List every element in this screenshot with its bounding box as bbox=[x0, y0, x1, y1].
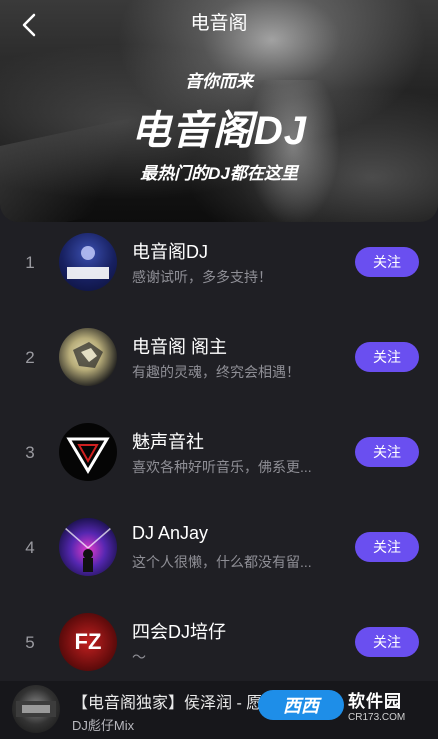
banner-slogan-top: 音你而来 bbox=[185, 72, 253, 91]
avatar-logo-text: FZ bbox=[75, 629, 102, 654]
rank-number: 3 bbox=[25, 443, 35, 462]
list-item[interactable]: 4 DJ AnJay 这个人很懒，什么都没有留... 关注 bbox=[0, 510, 438, 605]
dj-name: 电音阁 阁主 bbox=[132, 337, 228, 357]
dj-name: DJ AnJay bbox=[132, 523, 209, 543]
avatar-logo-icon bbox=[67, 246, 109, 279]
follow-button[interactable]: 关注 bbox=[355, 342, 419, 372]
watermark-url: CR173.COM bbox=[348, 712, 406, 723]
page-title: 电音阁 bbox=[190, 13, 248, 34]
watermark-badge: 西西 bbox=[258, 690, 344, 720]
avatar-art-icon bbox=[73, 342, 103, 368]
avatar-fz-logo-icon: FZ bbox=[75, 629, 102, 654]
dj-description: 喜欢各种好听音乐，佛系更... bbox=[132, 459, 312, 475]
dj-description: 感谢试听，多多支持！ bbox=[132, 269, 272, 285]
dj-name: 魅声音社 bbox=[132, 432, 204, 452]
avatar[interactable] bbox=[59, 518, 117, 576]
site-watermark: 西西 软件园 CR173.COM bbox=[258, 686, 426, 724]
rank-number: 4 bbox=[25, 538, 35, 557]
dj-name: 电音阁DJ bbox=[132, 242, 208, 262]
list-item[interactable]: 1 电音阁DJ 感谢试听，多多支持！ 关注 bbox=[0, 225, 438, 320]
rank-number: 5 bbox=[25, 633, 35, 652]
dj-list: 1 电音阁DJ 感谢试听，多多支持！ 关注 2 电音阁 阁主 有趣的灵魂，终究会… bbox=[0, 225, 438, 700]
dj-name: 四会DJ培仔 bbox=[132, 622, 226, 642]
follow-button[interactable]: 关注 bbox=[355, 627, 419, 657]
follow-button[interactable]: 关注 bbox=[355, 437, 419, 467]
watermark-title: 软件园 bbox=[348, 692, 402, 711]
follow-button[interactable]: 关注 bbox=[355, 247, 419, 277]
track-artist: DJ彪仔Mix bbox=[72, 718, 135, 733]
watermark-text: 软件园 CR173.COM bbox=[348, 687, 405, 723]
rank-number: 2 bbox=[25, 348, 35, 367]
avatar[interactable] bbox=[59, 233, 117, 291]
list-item[interactable]: 2 电音阁 阁主 有趣的灵魂，终究会相遇！ 关注 bbox=[0, 320, 438, 415]
avatar-stage-icon bbox=[64, 527, 112, 572]
rank-number: 1 bbox=[25, 253, 35, 272]
avatar-triangle-logo-icon bbox=[66, 437, 110, 474]
dj-description: 这个人很懒，什么都没有留... bbox=[132, 554, 312, 570]
banner-slogan-main: 电音阁DJ bbox=[130, 109, 308, 153]
dj-description: 有趣的灵魂，终究会相遇！ bbox=[132, 364, 300, 380]
list-item[interactable]: 3 魅声音社 喜欢各种好听音乐，佛系更... 关注 bbox=[0, 415, 438, 510]
avatar[interactable] bbox=[59, 423, 117, 481]
follow-button[interactable]: 关注 bbox=[355, 532, 419, 562]
album-cover[interactable] bbox=[12, 685, 60, 733]
dj-description: ～ bbox=[132, 649, 146, 665]
avatar[interactable] bbox=[59, 328, 117, 386]
avatar[interactable]: FZ bbox=[59, 613, 117, 671]
album-art-icon bbox=[16, 701, 56, 717]
banner-slogan-bottom: 最热门的DJ都在这里 bbox=[140, 164, 298, 183]
